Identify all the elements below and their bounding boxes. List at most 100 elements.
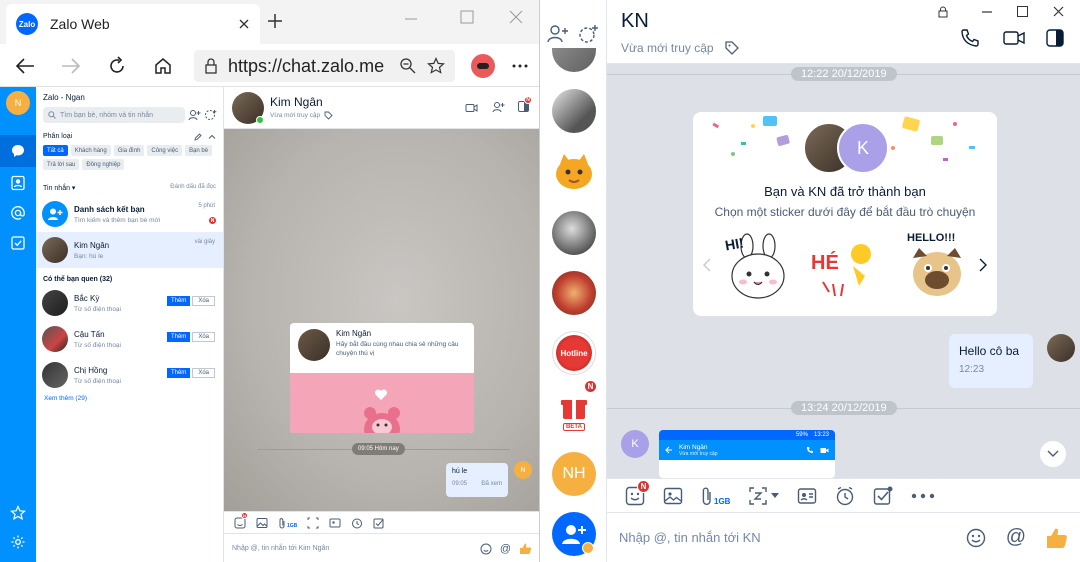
minimize-icon[interactable] bbox=[404, 16, 418, 22]
beta-app-avatar[interactable]: BETA N bbox=[552, 380, 597, 436]
scroll-down-button[interactable] bbox=[1039, 440, 1067, 468]
close-window-icon[interactable] bbox=[509, 10, 523, 24]
sticker-hello[interactable]: HÉ bbox=[809, 236, 879, 302]
conv-initials-avatar[interactable]: NH bbox=[552, 452, 596, 496]
screenshot-icon[interactable] bbox=[307, 517, 319, 529]
conv-avatar[interactable] bbox=[552, 89, 596, 133]
chevron-left-icon[interactable] bbox=[703, 258, 711, 272]
conv-avatar[interactable] bbox=[552, 211, 596, 255]
conv-avatar-partial[interactable] bbox=[552, 48, 596, 72]
favorite-star-icon[interactable] bbox=[427, 57, 445, 75]
collapse-chevron-icon[interactable] bbox=[208, 133, 216, 141]
chip-friends[interactable]: Bạn bè bbox=[185, 145, 213, 156]
tag-icon[interactable] bbox=[724, 40, 740, 56]
screenshot-preview-message[interactable]: 59% 13:23 Kim Ngân Vừa mới truy cập bbox=[659, 430, 835, 478]
web-search-input[interactable]: Tìm bạn bè, nhóm và tin nhắn bbox=[43, 107, 185, 123]
create-group-icon[interactable] bbox=[204, 109, 217, 121]
maximize-icon[interactable] bbox=[1017, 6, 1028, 17]
info-panel-button[interactable]: N bbox=[518, 96, 532, 112]
friend-requests-avatar[interactable] bbox=[552, 512, 596, 556]
chip-family[interactable]: Gia đình bbox=[113, 145, 145, 156]
more-menu-icon[interactable] bbox=[511, 63, 529, 69]
video-call-icon[interactable] bbox=[465, 103, 478, 113]
hotline-avatar[interactable]: Hotline bbox=[552, 331, 596, 375]
remove-suggestion-button[interactable]: Xóa bbox=[192, 296, 215, 306]
contact-card-icon[interactable] bbox=[797, 486, 817, 506]
web-user-avatar[interactable]: N bbox=[6, 91, 30, 115]
create-group-icon[interactable] bbox=[577, 24, 599, 44]
attach-file-button[interactable]: 1GB bbox=[278, 517, 297, 529]
remove-suggestion-button[interactable]: Xóa bbox=[192, 332, 215, 342]
chip-all[interactable]: Tất cả bbox=[43, 145, 68, 156]
sticker-pug[interactable]: HELLO!!! bbox=[901, 230, 973, 302]
new-tab-icon[interactable] bbox=[266, 12, 284, 30]
maximize-icon[interactable] bbox=[460, 10, 474, 24]
task-icon[interactable] bbox=[373, 517, 385, 529]
chevron-right-icon[interactable] bbox=[979, 258, 987, 272]
thumbs-up-icon[interactable] bbox=[519, 542, 532, 555]
task-check-icon[interactable] bbox=[873, 486, 893, 506]
web-message-input[interactable]: Nhập @, tin nhắn tới Kim Ngân @ bbox=[224, 533, 539, 562]
more-options-icon[interactable] bbox=[911, 493, 935, 499]
chip-colleagues[interactable]: Đồng nghiệp bbox=[82, 159, 125, 170]
remove-suggestion-button[interactable]: Xóa bbox=[192, 368, 215, 378]
sticker-hi[interactable]: HI! bbox=[723, 232, 793, 302]
screenshot-button[interactable] bbox=[748, 486, 780, 506]
contacts-icon[interactable] bbox=[10, 175, 26, 191]
see-more-link[interactable]: Xem thêm (29) bbox=[36, 393, 223, 404]
video-call-icon[interactable] bbox=[1003, 30, 1025, 46]
conv-kim-ngan[interactable]: Kim Ngân Bạn: hú le vài giây bbox=[36, 232, 223, 268]
zoom-icon[interactable] bbox=[399, 57, 417, 75]
image-icon[interactable] bbox=[663, 486, 683, 506]
reminder-clock-icon[interactable] bbox=[835, 486, 855, 506]
edit-tags-icon[interactable] bbox=[194, 133, 202, 141]
conv-avatar[interactable] bbox=[552, 271, 596, 315]
sticker-button[interactable]: N bbox=[234, 511, 248, 529]
add-friend-button[interactable]: Thêm bbox=[166, 296, 191, 306]
attach-file-button[interactable]: 1GB bbox=[701, 486, 730, 506]
forward-button[interactable] bbox=[56, 51, 86, 81]
refresh-button[interactable] bbox=[102, 51, 132, 81]
sticker-button[interactable]: N bbox=[625, 479, 650, 506]
phone-call-icon[interactable] bbox=[960, 28, 980, 48]
sidebar-toggle-icon[interactable] bbox=[1046, 29, 1064, 47]
messages-label[interactable]: Tin nhắn ▾ bbox=[43, 184, 75, 192]
conv-sticker-avatar[interactable] bbox=[552, 150, 596, 194]
conv-friend-requests[interactable]: Danh sách kết bạn Tìm kiếm và thêm bạn b… bbox=[36, 196, 223, 232]
minimize-icon[interactable] bbox=[981, 10, 993, 14]
web-chat-tab[interactable] bbox=[0, 135, 36, 167]
settings-gear-icon[interactable] bbox=[10, 534, 26, 550]
emoji-icon[interactable] bbox=[966, 528, 986, 548]
mention-icon[interactable] bbox=[10, 205, 26, 221]
star-icon[interactable] bbox=[10, 505, 26, 521]
chip-work[interactable]: Công việc bbox=[147, 145, 183, 156]
chat-avatar[interactable] bbox=[232, 91, 264, 124]
mention-at-icon[interactable]: @ bbox=[1006, 526, 1026, 549]
address-bar[interactable]: https://chat.zalo.me bbox=[194, 50, 455, 82]
tag-icon[interactable] bbox=[324, 111, 333, 120]
add-friend-icon[interactable] bbox=[188, 109, 201, 121]
app-message-input[interactable]: Nhập @, tin nhắn tới KN @ bbox=[607, 512, 1080, 562]
reminder-clock-icon[interactable] bbox=[351, 517, 363, 529]
sent-message-bubble[interactable]: hú le 09:05 Đã xem bbox=[446, 463, 508, 497]
mention-at-icon[interactable]: @ bbox=[500, 543, 511, 555]
thumbs-up-icon[interactable] bbox=[1046, 527, 1068, 549]
add-member-icon[interactable] bbox=[492, 101, 505, 113]
add-friend-button[interactable]: Thêm bbox=[166, 368, 191, 378]
add-friend-icon[interactable] bbox=[547, 24, 569, 44]
extension-avatar-icon[interactable] bbox=[471, 54, 495, 78]
sent-message-bubble[interactable]: Hello cô ba 12:23 bbox=[949, 334, 1033, 388]
chip-customers[interactable]: Khách hàng bbox=[70, 145, 111, 156]
add-friend-button[interactable]: Thêm bbox=[166, 332, 191, 342]
close-window-icon[interactable] bbox=[1053, 6, 1064, 17]
back-button[interactable] bbox=[10, 51, 40, 81]
emoji-icon[interactable] bbox=[480, 543, 492, 555]
chip-reply-later[interactable]: Trả lời sau bbox=[43, 159, 80, 170]
mark-read-link[interactable]: Đánh dấu đã đọc bbox=[170, 184, 216, 192]
image-icon[interactable] bbox=[256, 517, 268, 529]
browser-tab[interactable]: Zalo Zalo Web bbox=[6, 4, 260, 44]
home-button[interactable] bbox=[148, 51, 178, 81]
todo-check-icon[interactable] bbox=[10, 235, 26, 251]
contact-card-icon[interactable] bbox=[329, 517, 341, 529]
close-tab-icon[interactable] bbox=[238, 18, 250, 30]
